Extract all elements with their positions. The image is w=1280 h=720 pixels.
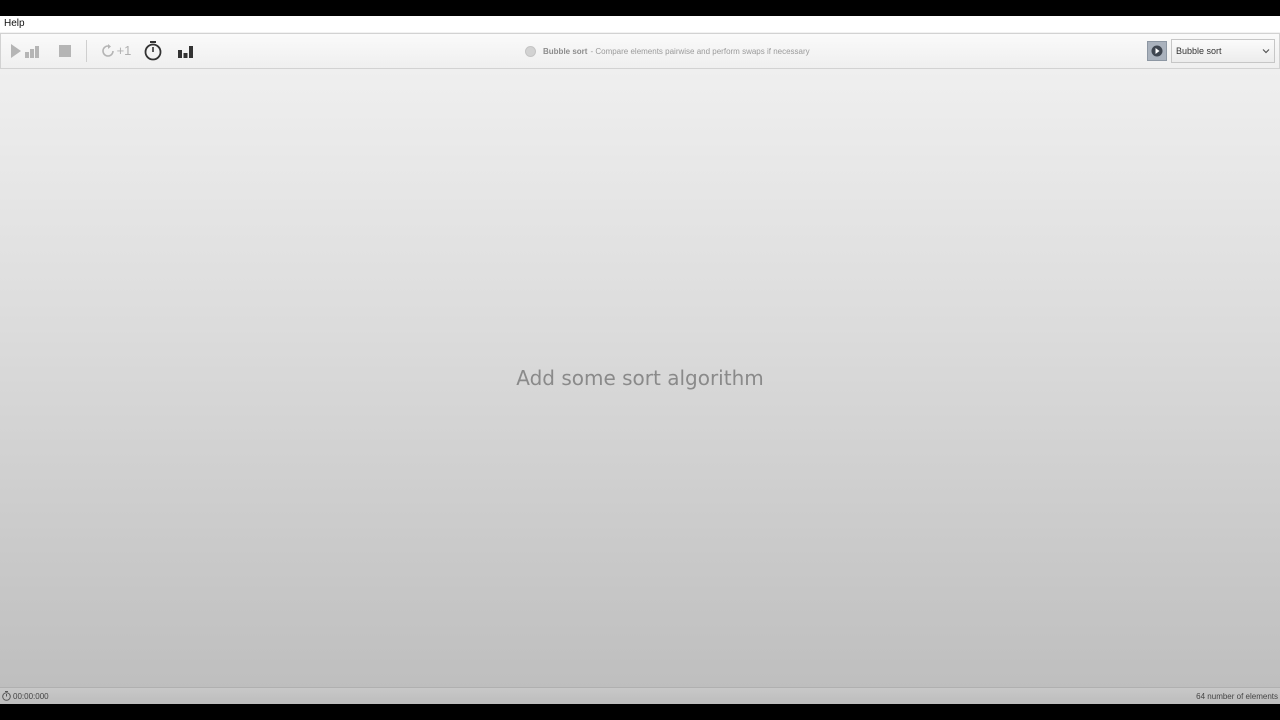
element-count: 64 number of elements bbox=[1196, 692, 1278, 701]
status-bar: 00:00:000 64 number of elements bbox=[0, 687, 1280, 704]
bar-chart-icon bbox=[178, 46, 193, 58]
timer-button[interactable] bbox=[143, 41, 163, 61]
toolbar: +1 Bubble sort - Compare elements pairwi… bbox=[0, 33, 1280, 69]
clock-icon bbox=[2, 691, 11, 701]
refresh-icon bbox=[101, 44, 114, 57]
algorithm-status: Bubble sort - Compare elements pairwise … bbox=[525, 44, 810, 58]
stop-icon bbox=[59, 45, 71, 57]
stop-button[interactable] bbox=[57, 41, 73, 61]
step-label: +1 bbox=[116, 43, 132, 58]
step-button[interactable]: +1 bbox=[99, 41, 133, 61]
play-button[interactable] bbox=[9, 41, 43, 61]
play-bars-icon bbox=[11, 44, 39, 58]
algorithm-select-value: Bubble sort bbox=[1176, 46, 1222, 56]
status-dot-icon bbox=[525, 45, 536, 57]
chevron-down-icon bbox=[1262, 49, 1270, 54]
info-icon bbox=[1151, 45, 1163, 57]
elapsed-timer: 00:00:000 bbox=[2, 691, 49, 701]
visualize-button[interactable] bbox=[177, 41, 195, 61]
algorithm-name: Bubble sort bbox=[543, 46, 588, 56]
app-window: Help +1 Bubble sort - Compare elements p… bbox=[0, 16, 1280, 704]
menu-bar: Help bbox=[0, 16, 1280, 32]
elapsed-time: 00:00:000 bbox=[13, 691, 49, 701]
algorithm-select[interactable]: Bubble sort bbox=[1171, 39, 1275, 63]
empty-state-message: Add some sort algorithm bbox=[516, 366, 764, 390]
menu-help[interactable]: Help bbox=[4, 18, 25, 30]
algorithm-info-button[interactable] bbox=[1147, 41, 1167, 61]
toolbar-separator bbox=[86, 40, 87, 62]
stopwatch-icon bbox=[144, 41, 162, 61]
algorithm-description: - Compare elements pairwise and perform … bbox=[590, 46, 810, 56]
